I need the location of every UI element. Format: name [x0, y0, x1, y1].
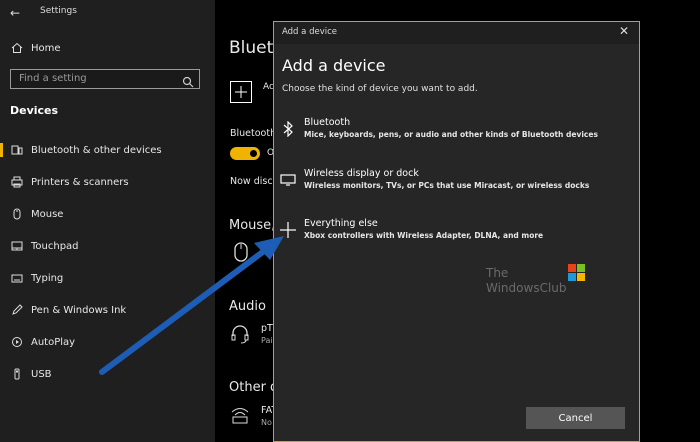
headset-icon — [231, 324, 249, 348]
sidebar-item-label: AutoPlay — [31, 336, 76, 348]
windows-logo-icon — [568, 264, 586, 286]
page-title: Blueto — [229, 38, 275, 58]
pen-icon — [10, 303, 24, 317]
search-icon[interactable] — [182, 73, 194, 88]
app-title: Settings — [40, 6, 77, 16]
add-device-button[interactable] — [230, 81, 252, 103]
keyboard-icon — [10, 271, 24, 285]
plus-icon — [235, 86, 247, 98]
sidebar-item-bluetooth[interactable]: Bluetooth & other devices — [0, 138, 215, 162]
option-everything-else[interactable]: Everything else Xbox controllers with Wi… — [274, 218, 639, 262]
watermark-line2: WindowsClub — [486, 281, 567, 295]
sidebar-item-typing[interactable]: Typing — [0, 266, 215, 290]
sidebar-item-printers[interactable]: Printers & scanners — [0, 170, 215, 194]
watermark-logo: The — [214, 247, 324, 283]
close-icon[interactable]: ✕ — [619, 24, 629, 38]
network-device-icon — [230, 406, 250, 428]
bluetooth-devices-icon — [10, 143, 24, 157]
option-bluetooth[interactable]: Bluetooth Mice, keyboards, pens, or audi… — [274, 117, 639, 161]
audio-section-title: Audio — [229, 299, 266, 314]
option-description: Mice, keyboards, pens, or audio and othe… — [304, 130, 598, 139]
back-arrow-icon[interactable]: ← — [10, 6, 20, 20]
other-device-status: No — [261, 418, 272, 427]
audio-device-name: pT — [261, 323, 273, 334]
autoplay-icon — [10, 335, 24, 349]
monitor-icon — [280, 172, 296, 188]
touchpad-icon — [10, 239, 24, 253]
sidebar-item-autoplay[interactable]: AutoPlay — [0, 330, 215, 354]
sidebar-item-mouse[interactable]: Mouse — [0, 202, 215, 226]
option-title: Bluetooth — [304, 117, 351, 128]
sidebar-item-touchpad[interactable]: Touchpad — [0, 234, 215, 258]
mouse-section-title: Mouse, — [229, 218, 275, 233]
dialog-subtitle: Choose the kind of device you want to ad… — [282, 84, 478, 94]
cancel-button[interactable]: Cancel — [526, 407, 625, 429]
sidebar-item-label: Mouse — [31, 208, 64, 220]
settings-sidebar: ← Settings Home Find a setting Devices B… — [0, 0, 215, 442]
dialog-title: Add a device — [282, 27, 337, 37]
sidebar-item-label: Touchpad — [31, 240, 79, 252]
option-description: Wireless monitors, TVs, or PCs that use … — [304, 181, 590, 190]
bluetooth-icon — [280, 121, 296, 137]
printer-icon — [10, 175, 24, 189]
plus-icon — [280, 222, 296, 238]
search-placeholder: Find a setting — [19, 73, 87, 84]
toggle-knob — [250, 150, 257, 157]
dialog-heading: Add a device — [282, 56, 386, 75]
usb-icon — [10, 367, 24, 381]
audio-device-status: Pai — [261, 336, 273, 345]
dialog-titlebar: Add a device ✕ — [274, 22, 639, 44]
watermark-line1: The — [486, 266, 509, 280]
option-title: Everything else — [304, 218, 378, 229]
bluetooth-label: Bluetooth — [230, 128, 275, 139]
sidebar-item-home[interactable]: Home — [0, 36, 215, 60]
sidebar-item-pen[interactable]: Pen & Windows Ink — [0, 298, 215, 322]
search-input[interactable]: Find a setting — [10, 69, 200, 89]
sidebar-item-usb[interactable]: USB — [0, 362, 215, 386]
option-title: Wireless display or dock — [304, 168, 419, 179]
sidebar-item-label: Bluetooth & other devices — [31, 144, 162, 156]
sidebar-item-label: Home — [31, 42, 61, 54]
sidebar-item-label: USB — [31, 368, 52, 380]
discoverable-text: Now disco — [230, 176, 275, 187]
sidebar-item-label: Typing — [31, 272, 64, 284]
bluetooth-settings-page: Blueto Ac Bluetooth O Now disco Mouse, A… — [215, 0, 275, 442]
section-title: Devices — [10, 104, 59, 117]
option-wireless-display[interactable]: Wireless display or dock Wireless monito… — [274, 168, 639, 212]
sidebar-item-label: Pen & Windows Ink — [31, 304, 127, 316]
add-device-dialog: Add a device ✕ Add a device Choose the k… — [273, 21, 640, 442]
mouse-icon — [10, 207, 24, 221]
option-description: Xbox controllers with Wireless Adapter, … — [304, 231, 544, 240]
sidebar-item-label: Printers & scanners — [31, 176, 129, 188]
other-devices-title: Other d — [229, 380, 275, 395]
bluetooth-toggle[interactable] — [230, 147, 260, 160]
home-icon — [10, 41, 24, 55]
